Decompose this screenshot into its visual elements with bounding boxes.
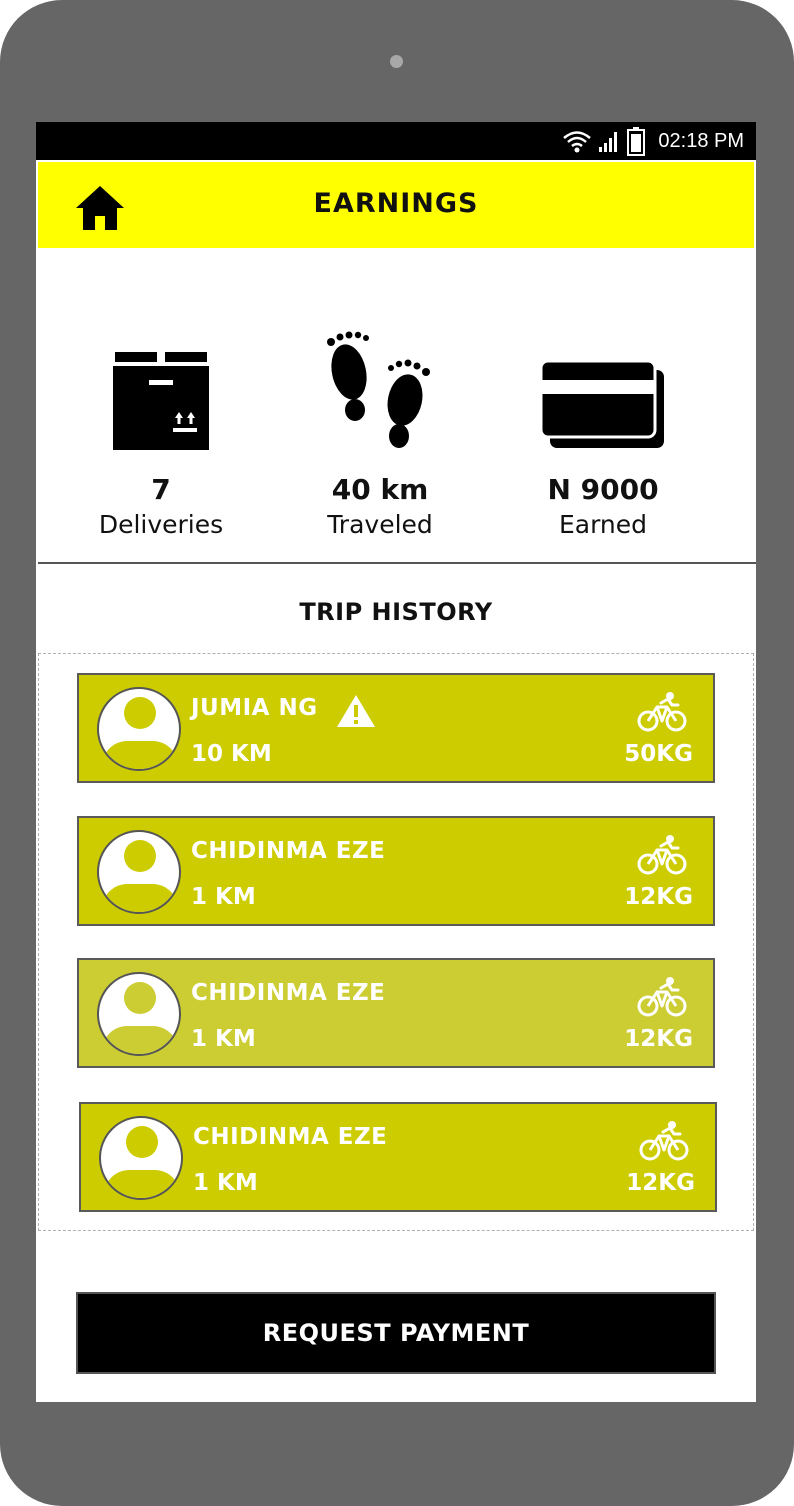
bicycle-icon: [637, 692, 687, 732]
avatar: [97, 687, 181, 771]
trip-history-title: TRIP HISTORY: [299, 598, 493, 626]
bicycle-slot: [637, 691, 687, 737]
earned-label: Earned: [558, 510, 648, 539]
section-divider: [38, 562, 756, 564]
app-header: EARNINGS: [38, 162, 754, 248]
wifi-icon: [563, 131, 592, 153]
trip-distance: 1 KM: [193, 1170, 258, 1196]
trip-weight: 12KG: [624, 1026, 693, 1052]
camera-dot: [390, 55, 403, 68]
avatar-body: [102, 1026, 178, 1054]
trip-weight: 12KG: [626, 1170, 695, 1196]
deliveries-value: 7: [151, 473, 171, 506]
bicycle-icon: [639, 1121, 689, 1161]
trip-card[interactable]: CHIDINMA EZE 1 KM 12KG: [79, 1102, 717, 1212]
bicycle-icon: [637, 835, 687, 875]
app-screen: 02:18 PM EARNINGS 7 Deliveries 40 km Tra…: [36, 122, 756, 1402]
avatar: [97, 972, 181, 1056]
stat-traveled: 40 km Traveled: [275, 331, 485, 542]
traveled-value: 40 km: [331, 473, 429, 506]
status-time: 02:18 PM: [658, 129, 744, 152]
status-bar: 02:18 PM: [36, 122, 756, 160]
avatar-head: [126, 1126, 158, 1158]
trip-distance: 1 KM: [191, 1026, 256, 1052]
bicycle-slot: [637, 976, 687, 1022]
trip-history-list: JUMIA NG 10 KM 50KG CHIDINMA EZE 1 KM 12…: [38, 653, 754, 1231]
warning-slot: [335, 693, 377, 733]
trip-card[interactable]: JUMIA NG 10 KM 50KG: [77, 673, 715, 783]
avatar-head: [124, 697, 156, 729]
phone-frame: 02:18 PM EARNINGS 7 Deliveries 40 km Tra…: [0, 0, 794, 1506]
credit-card-icon: [540, 360, 664, 448]
avatar-body: [104, 1170, 180, 1198]
bicycle-slot: [639, 1120, 689, 1166]
page-title: EARNINGS: [313, 188, 479, 219]
avatar: [99, 1116, 183, 1200]
trip-weight: 12KG: [624, 884, 693, 910]
avatar: [97, 830, 181, 914]
deliveries-label: Deliveries: [98, 510, 224, 539]
trip-name: JUMIA NG: [191, 695, 318, 721]
trip-name: CHIDINMA EZE: [191, 838, 386, 864]
trip-distance: 10 KM: [191, 741, 272, 767]
trip-weight: 50KG: [624, 741, 693, 767]
trip-card[interactable]: CHIDINMA EZE 1 KM 12KG: [77, 958, 715, 1068]
signal-icon: [599, 132, 618, 152]
footprints-icon: [327, 331, 430, 448]
request-payment-button[interactable]: REQUEST PAYMENT: [76, 1292, 716, 1374]
package-box-icon: [113, 352, 209, 450]
stat-earned: N 9000 Earned: [498, 337, 708, 542]
earned-value: N 9000: [547, 473, 659, 506]
trip-distance: 1 KM: [191, 884, 256, 910]
avatar-head: [124, 982, 156, 1014]
avatar-body: [102, 884, 178, 912]
battery-icon: [627, 127, 646, 156]
bicycle-icon: [637, 977, 687, 1017]
avatar-head: [124, 840, 156, 872]
trip-card[interactable]: CHIDINMA EZE 1 KM 12KG: [77, 816, 715, 926]
trip-name: CHIDINMA EZE: [191, 980, 386, 1006]
warning-icon: [337, 695, 375, 727]
trip-name: CHIDINMA EZE: [193, 1124, 388, 1150]
avatar-body: [102, 741, 178, 769]
stat-deliveries: 7 Deliveries: [56, 337, 266, 542]
bicycle-slot: [637, 834, 687, 880]
traveled-label: Traveled: [327, 510, 433, 539]
